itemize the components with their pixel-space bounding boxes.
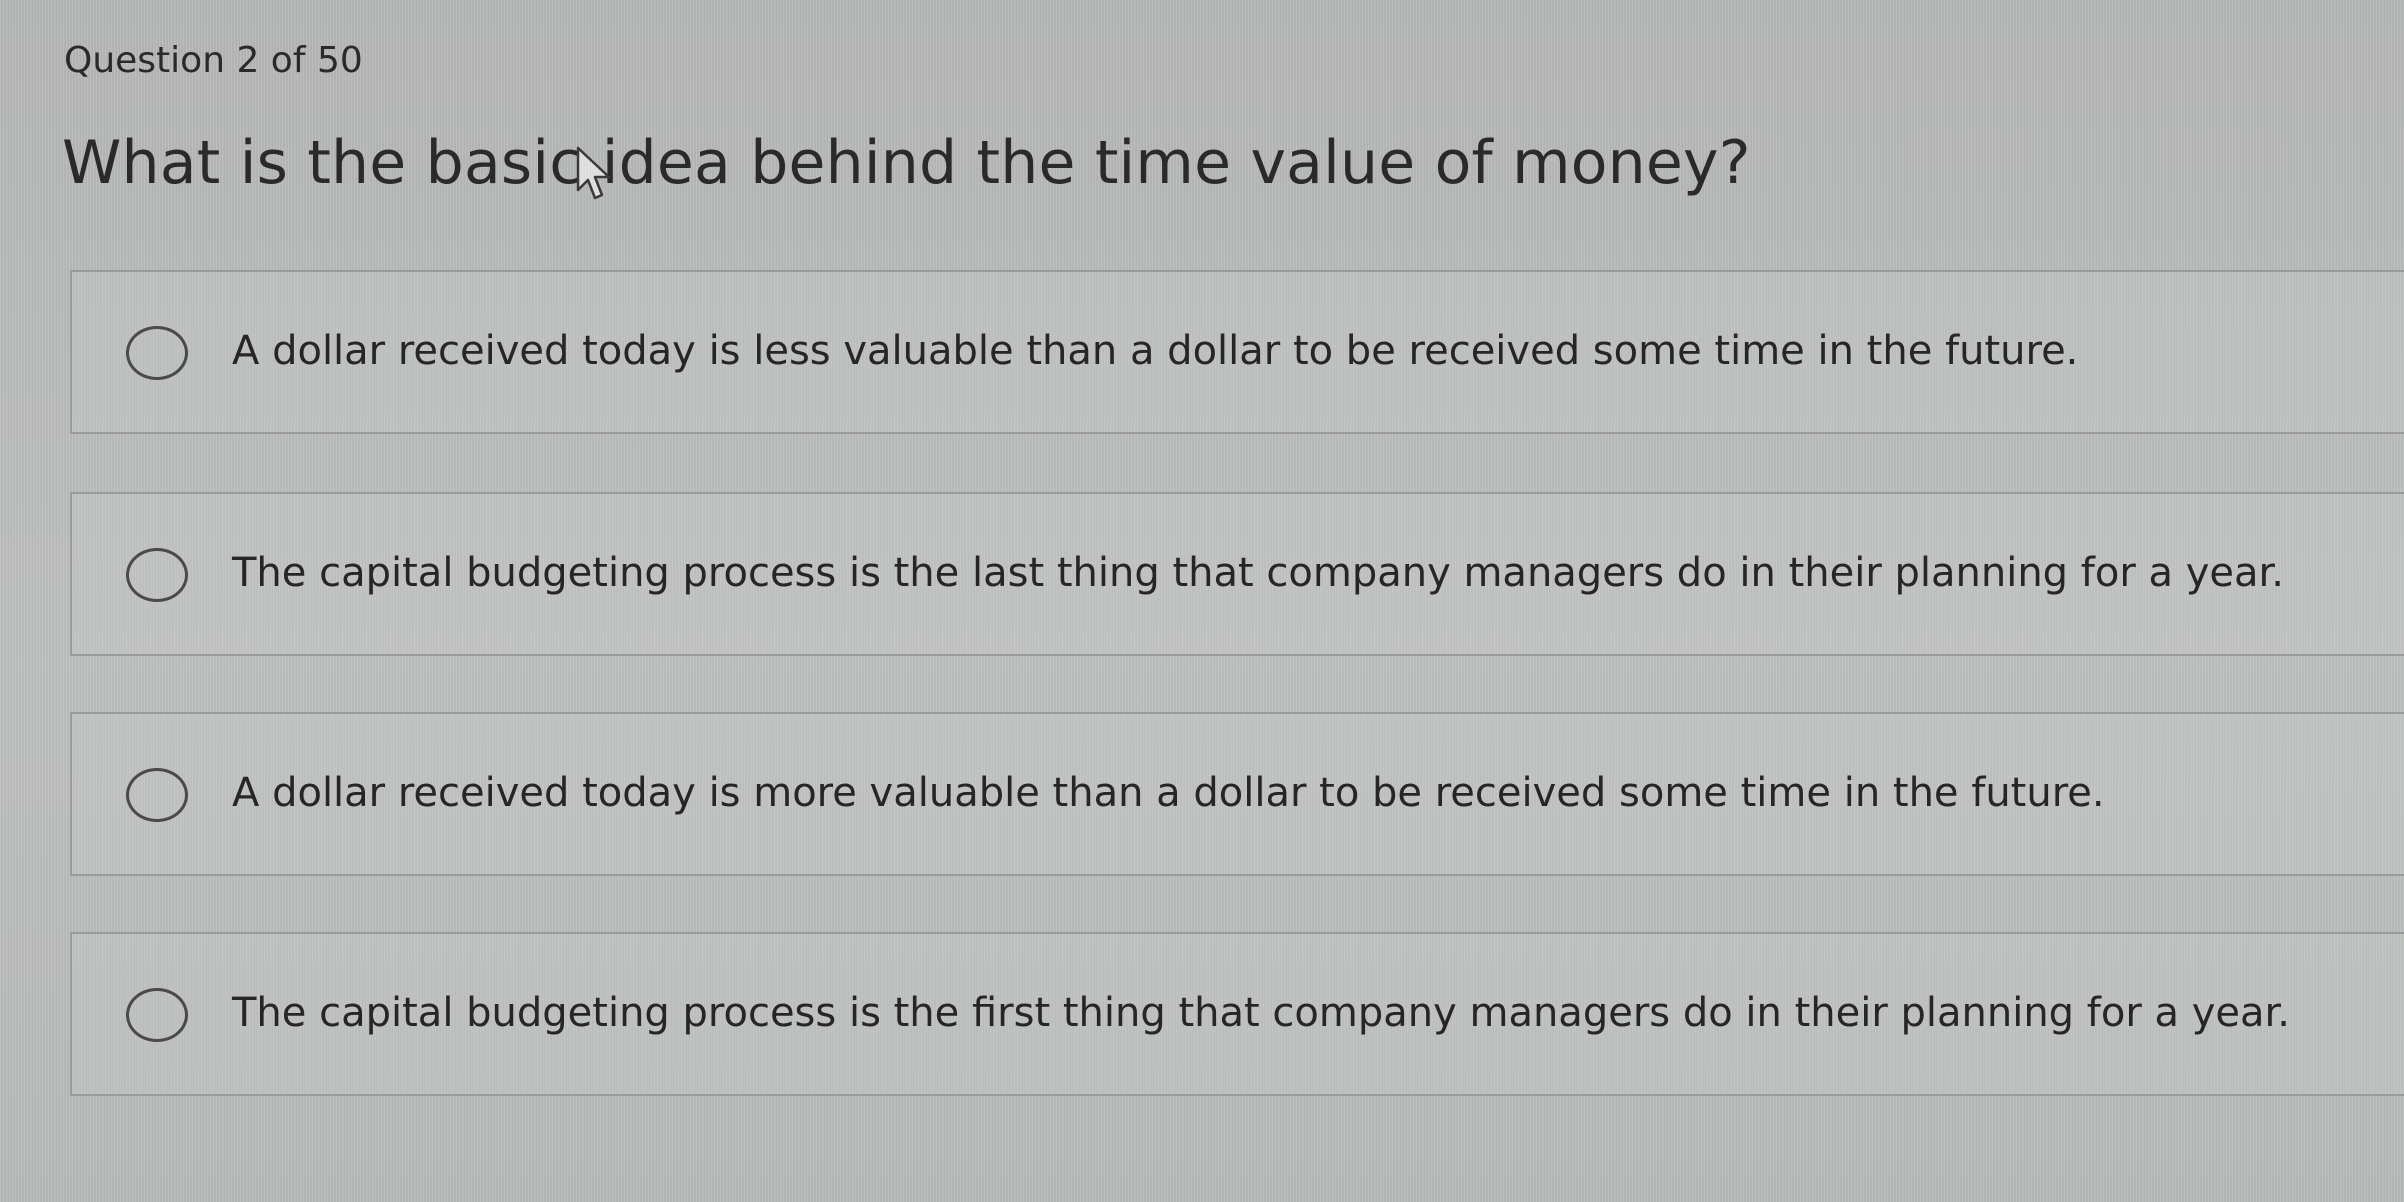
radio-button-icon[interactable]	[126, 988, 188, 1042]
radio-button-icon[interactable]	[126, 768, 188, 822]
answer-option-label[interactable]: The capital budgeting process is the fir…	[232, 990, 2290, 1036]
answer-option-label[interactable]: A dollar received today is less valuable…	[232, 328, 2078, 374]
answer-option-label[interactable]: The capital budgeting process is the las…	[232, 550, 2284, 596]
answer-option-4[interactable]: The capital budgeting process is the fir…	[70, 932, 2404, 1096]
answer-option-label[interactable]: A dollar received today is more valuable…	[232, 770, 2105, 816]
answer-option-1[interactable]: A dollar received today is less valuable…	[70, 270, 2404, 434]
quiz-page: Question 2 of 50 What is the basic idea …	[0, 0, 2404, 1202]
radio-button-icon[interactable]	[126, 326, 188, 380]
answer-option-3[interactable]: A dollar received today is more valuable…	[70, 712, 2404, 876]
question-counter: Question 2 of 50	[64, 40, 363, 81]
question-text: What is the basic idea behind the time v…	[62, 128, 1751, 198]
mouse-pointer-icon	[576, 146, 611, 200]
radio-button-icon[interactable]	[126, 548, 188, 602]
answer-option-2[interactable]: The capital budgeting process is the las…	[70, 492, 2404, 656]
